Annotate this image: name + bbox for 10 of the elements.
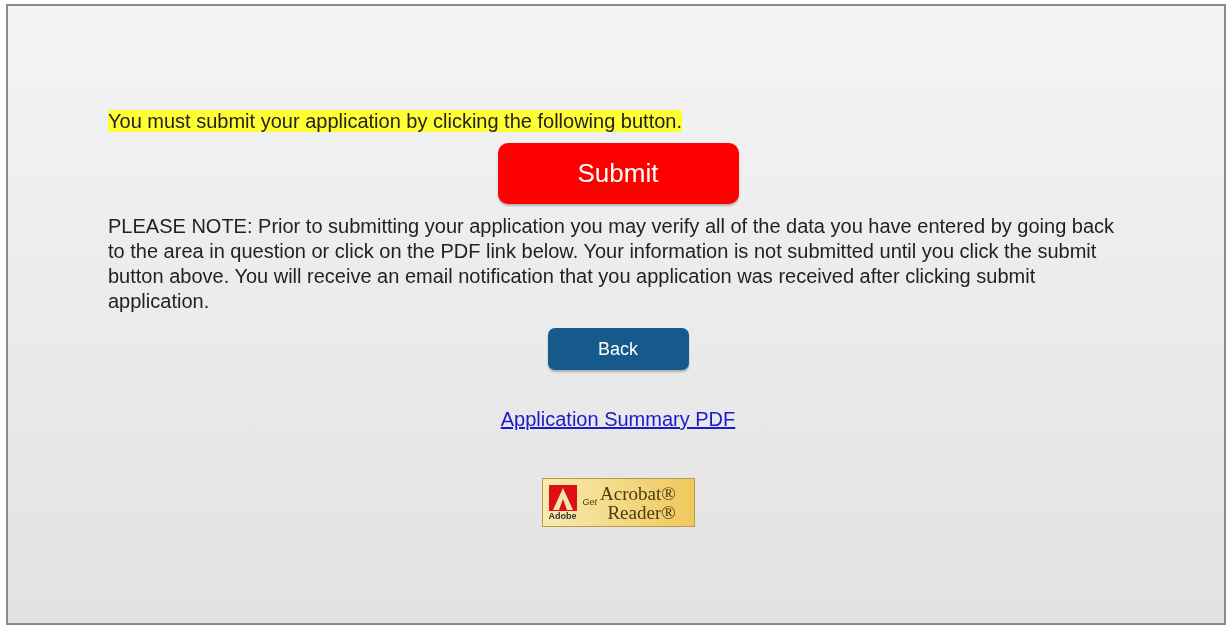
acrobat-label: Acrobat®: [600, 483, 676, 503]
pdf-link[interactable]: Application Summary PDF: [500, 408, 736, 430]
get-label: Get: [582, 495, 597, 509]
adobe-logo-icon: [548, 484, 577, 511]
reader-label: Reader®: [607, 502, 676, 522]
back-button[interactable]: Back: [547, 328, 689, 370]
adobe-label: Adobe: [548, 510, 577, 521]
note-paragraph: PLEASE NOTE: Prior to submitting your application you may verify all of the data you have entered by going back to the area in question or click on the PDF link below. Your information is not submitted until you click the submit button above. You will receive an email notification that you application was received after clicking submit application.: [108, 214, 1116, 314]
submit-button[interactable]: Submit: [497, 143, 739, 204]
notice-text: You must submit your application by clicking the following button.: [108, 110, 683, 132]
